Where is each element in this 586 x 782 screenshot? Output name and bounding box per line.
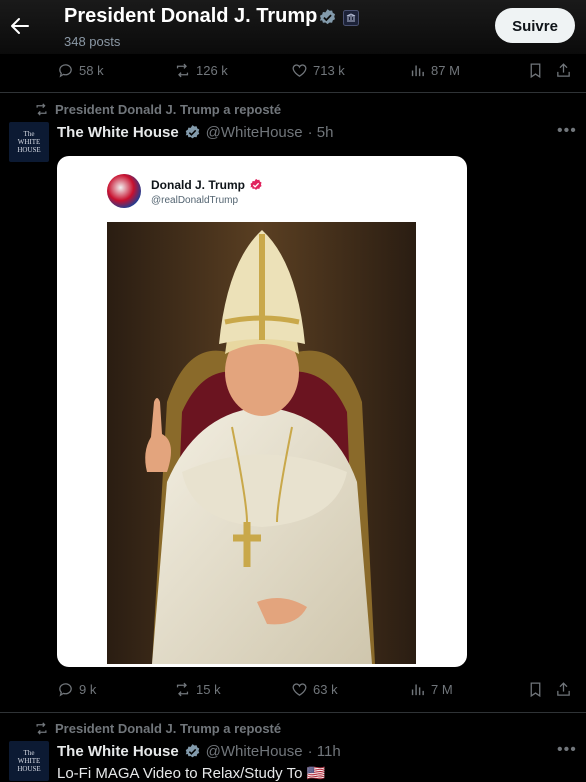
like-button[interactable]: 713 k [291, 62, 345, 79]
verified-badge-icon [249, 178, 263, 192]
repost-context-label[interactable]: President Donald J. Trump a reposté [55, 102, 281, 117]
repost-icon [34, 721, 49, 736]
reply-button[interactable]: 9 k [57, 681, 96, 698]
repost-count: 15 k [196, 682, 221, 697]
divider [0, 92, 586, 93]
author-handle[interactable]: @WhiteHouse [206, 124, 303, 141]
card-author-name: Donald J. Trump [151, 178, 246, 192]
share-button[interactable] [555, 681, 572, 698]
reply-count: 58 k [79, 63, 104, 78]
repost-icon [174, 62, 191, 79]
repost-context-label[interactable]: President Donald J. Trump a reposté [55, 721, 281, 736]
author-handle[interactable]: @WhiteHouse [206, 743, 303, 760]
analytics-icon [409, 62, 426, 79]
repost-button[interactable]: 15 k [174, 681, 221, 698]
views-button[interactable]: 87 M [409, 62, 460, 79]
views-button[interactable]: 7 M [409, 681, 453, 698]
reply-button[interactable]: 58 k [57, 62, 104, 79]
reply-icon [57, 62, 74, 79]
heart-icon [291, 681, 308, 698]
card-avatar [107, 174, 141, 208]
card-author-handle: @realDonaldTrump [151, 195, 239, 206]
tweet-time[interactable]: · 11h [308, 743, 341, 760]
repost-context: President Donald J. Trump a reposté [34, 721, 281, 736]
like-count: 713 k [313, 63, 345, 78]
like-button[interactable]: 63 k [291, 681, 338, 698]
heart-icon [291, 62, 308, 79]
verified-badge-icon [318, 8, 337, 27]
repost-button[interactable]: 126 k [174, 62, 228, 79]
back-arrow-icon[interactable] [8, 14, 32, 38]
repost-count: 126 k [196, 63, 228, 78]
bookmark-button[interactable] [527, 681, 544, 698]
post-count: 348 posts [64, 34, 121, 49]
like-count: 63 k [313, 682, 338, 697]
avatar[interactable]: The WHITE HOUSE [9, 741, 49, 781]
reply-count: 9 k [79, 682, 97, 697]
tweet-author: The White House @WhiteHouse · 11h [57, 743, 341, 760]
bookmark-icon [527, 62, 544, 79]
bookmark-button[interactable] [527, 62, 544, 79]
verified-badge-icon [184, 743, 201, 760]
repost-icon [34, 102, 49, 117]
analytics-icon [409, 681, 426, 698]
tweet-actions: 58 k 126 k 713 k 87 M [57, 62, 577, 86]
government-seal-icon [343, 9, 359, 26]
repost-icon [174, 681, 191, 698]
more-options-icon[interactable]: ••• [557, 122, 577, 140]
repost-context: President Donald J. Trump a reposté [34, 102, 281, 117]
divider [0, 712, 586, 713]
share-button[interactable] [555, 62, 572, 79]
share-icon [555, 62, 572, 79]
author-name[interactable]: The White House [57, 124, 179, 141]
tweet-author: The White House @WhiteHouse · 5h [57, 124, 333, 141]
view-count: 7 M [431, 682, 453, 697]
tweet-actions: 9 k 15 k 63 k 7 M [57, 681, 577, 705]
tweet-media-card[interactable]: Donald J. Trump @realDonaldTrump [57, 156, 467, 667]
avatar[interactable]: The WHITE HOUSE [9, 122, 49, 162]
bookmark-icon [527, 681, 544, 698]
page-title: President Donald J. Trump [64, 5, 318, 27]
author-name[interactable]: The White House [57, 743, 179, 760]
view-count: 87 M [431, 63, 460, 78]
share-icon [555, 681, 572, 698]
post-image [107, 222, 416, 664]
verified-badge-icon [184, 124, 201, 141]
more-options-icon[interactable]: ••• [557, 741, 577, 759]
tweet-time[interactable]: · 5h [308, 124, 334, 141]
tweet-text: Lo-Fi MAGA Video to Relax/Study To 🇺🇸 [57, 765, 326, 782]
follow-button[interactable]: Suivre [495, 8, 575, 43]
reply-icon [57, 681, 74, 698]
